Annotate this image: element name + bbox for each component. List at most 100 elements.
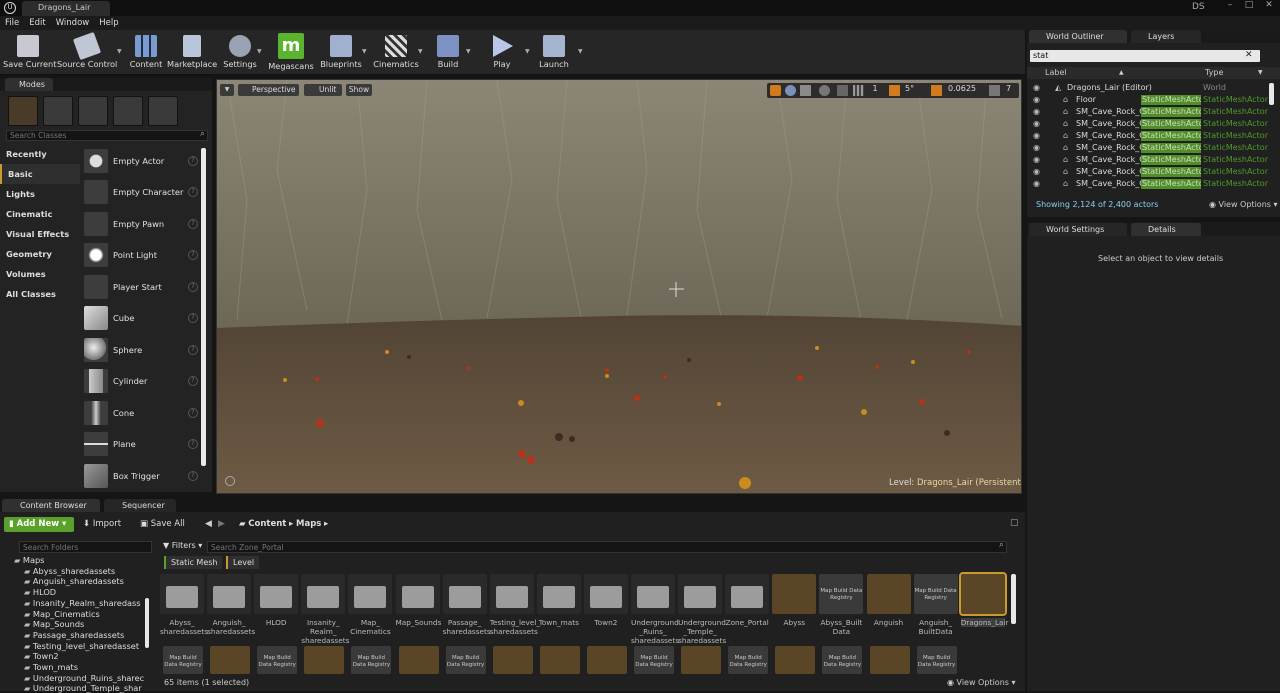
folder-search-input[interactable] <box>19 541 152 553</box>
foliage-mode-icon[interactable] <box>113 96 143 126</box>
asset-tile[interactable]: Map_ Cinematics <box>348 574 393 636</box>
help-icon[interactable]: ? <box>188 376 198 386</box>
asset-tile[interactable]: Map_Sounds <box>395 574 441 627</box>
filter-chip-level[interactable]: Level <box>226 556 260 569</box>
marketplace-button[interactable]: Marketplace <box>167 32 217 73</box>
place-item-point-light[interactable]: Point Light? <box>82 241 200 271</box>
type-column[interactable]: Type <box>1205 67 1223 79</box>
category-visual-effects[interactable]: Visual Effects <box>0 224 80 244</box>
folder-root-maps[interactable]: ▰ Maps <box>14 555 44 565</box>
visibility-eye-icon[interactable]: ◉ <box>1033 154 1040 166</box>
map-build-data-icon[interactable]: Map Build Data Registry <box>257 646 298 674</box>
asset-search-input[interactable]: ⌕ <box>207 540 1007 553</box>
level-tab[interactable]: Dragons_Lair <box>22 1 110 16</box>
folder-tree-scrollbar[interactable] <box>145 598 149 648</box>
map-build-data-icon[interactable]: Map Build Data Registry <box>351 646 392 674</box>
place-mode-icon[interactable] <box>8 96 38 126</box>
outliner-row[interactable]: ◉ ⌂ SM_Cave_Rock_Cl StaticMeshActor StaticMe… <box>1027 178 1280 190</box>
folder-item[interactable]: ▰ HLOD <box>24 587 56 597</box>
asset-tile[interactable]: Zone_Portal <box>725 574 770 627</box>
tab-content-browser[interactable]: Content Browser <box>2 499 100 512</box>
outliner-row[interactable]: ◉ ⌂ SM_Cave_Rock_Cl StaticMeshActor StaticMe… <box>1027 142 1280 154</box>
viewport-options-button[interactable]: ▼ <box>220 84 234 96</box>
map-build-data-icon[interactable]: Map Build Data Registry <box>822 646 863 674</box>
asset-tile[interactable]: Map Build Data Registry Anguish_ BuiltDat… <box>913 574 958 636</box>
map-build-data-icon[interactable]: Map Build Data Registry <box>916 646 957 674</box>
visibility-eye-icon[interactable]: ◉ <box>1033 178 1040 190</box>
geometry-mode-icon[interactable] <box>148 96 178 126</box>
folder-item[interactable]: ▰ Town_mats <box>24 662 78 672</box>
outliner-search-input[interactable] <box>1030 50 1230 61</box>
breadcrumb-maps[interactable]: Maps <box>296 519 321 529</box>
outliner-row[interactable]: ◉ ⌂ Floor StaticMeshActor StaticMeshActor <box>1027 94 1280 106</box>
view-mode-button[interactable]: Unlit <box>304 84 342 96</box>
map-build-data-icon[interactable]: Map Build Data Registry <box>445 646 486 674</box>
visibility-eye-icon[interactable]: ◉ <box>1033 82 1040 94</box>
visibility-eye-icon[interactable]: ◉ <box>1033 106 1040 118</box>
maximize-button[interactable]: □ <box>1240 0 1258 14</box>
translate-icon[interactable] <box>770 85 781 96</box>
menu-edit[interactable]: Edit <box>24 16 50 30</box>
rotate-icon[interactable] <box>785 85 796 96</box>
folder-item[interactable]: ▰ Anguish_sharedassets <box>24 576 124 586</box>
help-icon[interactable]: ? <box>188 156 198 166</box>
place-item-sphere[interactable]: Sphere? <box>82 336 200 366</box>
asset-tile[interactable]: Underground _Temple_ sharedassets <box>678 574 726 645</box>
scale-icon[interactable] <box>800 85 811 96</box>
help-icon[interactable]: ? <box>188 187 198 197</box>
play-button[interactable]: Play <box>484 32 520 73</box>
asset-tile[interactable]: Testing_level_ sharedassets <box>489 574 540 636</box>
level-thumbnail-icon[interactable] <box>586 646 627 674</box>
folder-search-field[interactable] <box>20 542 135 552</box>
visibility-eye-icon[interactable]: ◉ <box>1033 118 1040 130</box>
rotation-snap-icon[interactable] <box>889 85 900 96</box>
place-item-cone[interactable]: Cone? <box>82 399 200 429</box>
outliner-row[interactable]: ◉ ⌂ SM_Cave_Rock_Cl StaticMeshActor StaticMe… <box>1027 118 1280 130</box>
back-arrow-icon[interactable]: ◀ <box>205 519 212 529</box>
map-build-data-icon[interactable]: Map Build Data Registry <box>163 646 203 674</box>
blueprints-dropdown[interactable]: ▼ <box>362 48 367 55</box>
place-item-empty-actor[interactable]: Empty Actor? <box>82 147 200 177</box>
outliner-view-options[interactable]: ◉ View Options ▾ <box>1209 200 1278 209</box>
place-item-player-start[interactable]: Player Start? <box>82 273 200 303</box>
user-badge[interactable]: DS <box>1192 2 1205 12</box>
outliner-row[interactable]: ◉ ⌂ SM_Cave_Rock_Cl StaticMeshActor StaticMe… <box>1027 154 1280 166</box>
clear-search-icon[interactable]: ✕ <box>1245 50 1253 60</box>
tab-sequencer[interactable]: Sequencer <box>104 499 176 512</box>
filter-chip-static-mesh[interactable]: Static Mesh <box>164 556 223 569</box>
modes-list-scrollbar[interactable] <box>201 148 206 466</box>
asset-tile[interactable]: Town_mats <box>536 574 581 627</box>
level-thumbnail-icon[interactable] <box>210 646 251 674</box>
column-dropdown-icon[interactable]: ▼ <box>1258 67 1263 79</box>
rotation-snap-value[interactable]: 5° <box>905 84 914 93</box>
folder-item[interactable]: ▰ Abyss_sharedassets <box>24 566 115 576</box>
outliner-row[interactable]: ◉ ⌂ SM_Cave_Rock_Cl StaticMeshActor StaticMe… <box>1027 130 1280 142</box>
visibility-eye-icon[interactable]: ◉ <box>1033 142 1040 154</box>
folder-item[interactable]: ▰ Underground_Temple_shar <box>24 683 142 693</box>
asset-search-field[interactable] <box>208 542 978 552</box>
save-current-button[interactable]: Save Current <box>3 32 56 73</box>
folder-item[interactable]: ▰ Map_Sounds <box>24 619 84 629</box>
visibility-eye-icon[interactable]: ◉ <box>1033 166 1040 178</box>
category-basic[interactable]: Basic <box>0 164 80 184</box>
map-build-data-icon[interactable]: Map Build Data Registry <box>634 646 674 674</box>
source-control-dropdown[interactable]: ▼ <box>117 48 122 55</box>
asset-tile[interactable]: Abyss <box>772 574 817 627</box>
outliner-world-row[interactable]: ◉ ◭ Dragons_Lair (Editor) World <box>1027 82 1280 94</box>
play-dropdown[interactable]: ▼ <box>525 48 530 55</box>
level-thumbnail-icon[interactable] <box>304 646 345 674</box>
help-icon[interactable]: ? <box>188 345 198 355</box>
category-volumes[interactable]: Volumes <box>0 264 80 284</box>
level-thumbnail-icon[interactable] <box>681 646 722 674</box>
folder-item[interactable]: ▰ Underground_Ruins_sharec <box>24 673 144 683</box>
paint-mode-icon[interactable] <box>43 96 73 126</box>
folder-item[interactable]: ▰ Town2 <box>24 651 59 661</box>
import-button[interactable]: ⬇ Import <box>83 519 121 529</box>
tab-layers[interactable]: Layers <box>1131 30 1201 43</box>
visibility-eye-icon[interactable]: ◉ <box>1033 130 1040 142</box>
perspective-button[interactable]: Perspective <box>238 84 299 96</box>
asset-tile[interactable]: Anguish_ sharedassets <box>207 574 255 636</box>
grid-size[interactable]: 1 <box>869 84 881 93</box>
category-recently-placed[interactable]: Recently Placed <box>0 144 80 179</box>
scale-snap-value[interactable]: 0.0625 <box>948 84 976 93</box>
